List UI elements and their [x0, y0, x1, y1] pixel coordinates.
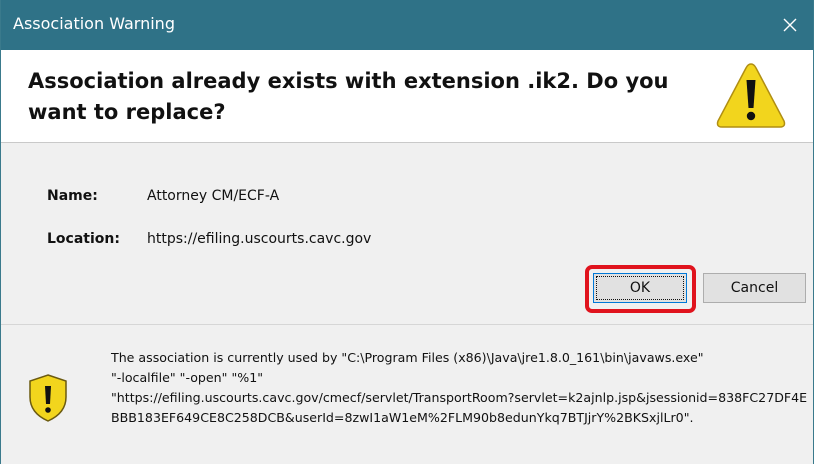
warning-triangle-icon: [716, 63, 786, 128]
close-icon: [783, 18, 797, 32]
details-panel: Name: Attorney CM/ECF-A Location: https:…: [1, 143, 813, 325]
name-value: Attorney CM/ECF-A: [147, 188, 280, 204]
cancel-button[interactable]: Cancel: [703, 273, 806, 303]
location-value: https://efiling.uscourts.cavc.gov: [147, 231, 372, 247]
shield-warning-icon: [29, 374, 67, 422]
association-warning-dialog: Association Warning Association already …: [0, 0, 814, 464]
association-details-text: The association is currently used by "C:…: [111, 350, 808, 425]
ok-button[interactable]: OK: [593, 273, 687, 303]
dialog-title: Association Warning: [13, 14, 175, 33]
name-label: Name:: [47, 188, 98, 204]
dialog-headline: Association already exists with extensio…: [28, 69, 669, 124]
association-details-panel: The association is currently used by "C:…: [1, 325, 813, 464]
title-bar[interactable]: Association Warning: [1, 0, 813, 50]
location-label: Location:: [47, 231, 120, 247]
close-button[interactable]: [767, 0, 813, 50]
dialog-header: Association already exists with extensio…: [1, 50, 813, 143]
